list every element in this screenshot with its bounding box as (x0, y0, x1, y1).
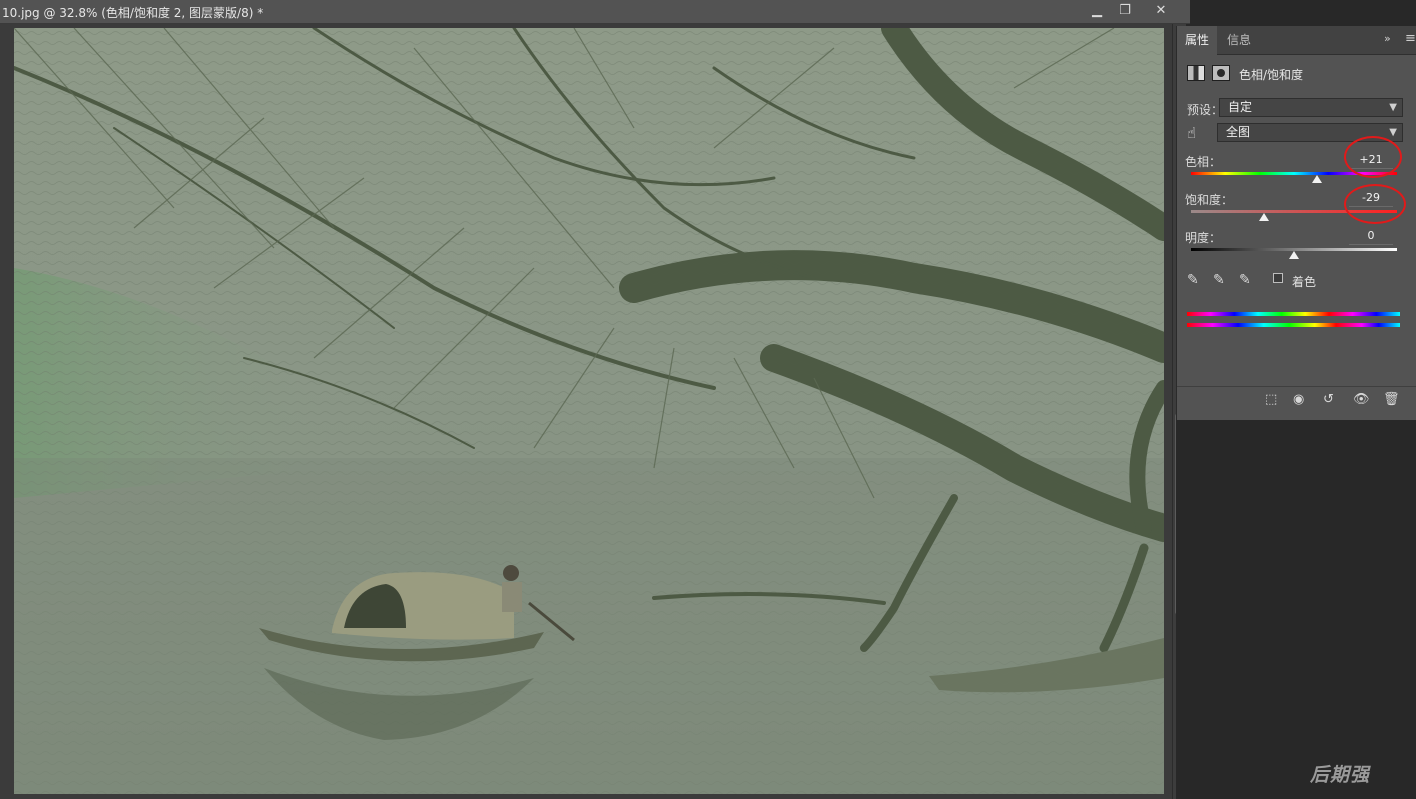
tab-properties[interactable]: 属性 (1177, 26, 1218, 55)
saturation-label: 饱和度： (1185, 193, 1234, 207)
chevron-down-icon: ▼ (1389, 102, 1397, 113)
painting-artwork (14, 28, 1164, 794)
reset-icon[interactable]: ↺ (1323, 392, 1334, 407)
empty-dock-area (1176, 420, 1416, 799)
panel-bottom-toolbar: ⬚ ◉ ↺ 👁 🗑 (1177, 386, 1416, 416)
document-title: 10.jpg @ 32.8% (色相/饱和度 2, 图层蒙版/8) * (2, 6, 264, 20)
layer-mask-icon[interactable] (1212, 65, 1230, 81)
preset-dropdown[interactable]: 自定 ▼ (1219, 98, 1403, 117)
document-title-bar[interactable]: 10.jpg @ 32.8% (色相/饱和度 2, 图层蒙版/8) * ▁ ❐ … (0, 0, 1190, 24)
adjustment-layer-icon[interactable] (1187, 65, 1205, 81)
hue-label: 色相： (1185, 155, 1222, 169)
preset-label: 预设： (1187, 103, 1224, 117)
panel-menu-icon[interactable]: ≡ (1405, 31, 1416, 46)
colorize-checkbox[interactable] (1273, 273, 1283, 283)
output-hue-spectrum-bar (1187, 323, 1400, 327)
input-hue-spectrum-bar (1187, 312, 1400, 316)
lightness-slider-thumb[interactable] (1289, 251, 1299, 259)
hue-highlight-circle (1344, 136, 1402, 178)
lightness-value-input[interactable]: 0 (1349, 228, 1393, 245)
target-adjust-hand-icon[interactable]: ☝ (1187, 124, 1196, 142)
colorize-label: 着色 (1292, 275, 1317, 289)
subtract-from-sample-eyedropper-icon[interactable]: ✎ (1239, 272, 1251, 288)
add-to-sample-eyedropper-icon[interactable]: ✎ (1213, 272, 1225, 288)
canvas-image[interactable] (14, 28, 1164, 794)
view-previous-state-icon[interactable]: ◉ (1293, 392, 1304, 407)
clip-to-layer-icon[interactable]: ⬚ (1265, 392, 1277, 407)
preset-value: 自定 (1228, 100, 1253, 114)
chevron-down-icon: ▼ (1389, 127, 1397, 138)
panel-tab-bar: 属性 信息 » ≡ (1177, 26, 1416, 55)
collapse-panel-icon[interactable]: » (1384, 32, 1391, 45)
watermark-text: 后期强 (1310, 764, 1371, 786)
delete-icon[interactable]: 🗑 (1383, 392, 1400, 407)
saturation-highlight-circle (1344, 184, 1406, 224)
toggle-visibility-icon[interactable]: 👁 (1353, 392, 1370, 407)
lightness-label: 明度： (1185, 231, 1222, 245)
eyedropper-icon[interactable]: ✎ (1187, 272, 1199, 288)
close-button[interactable]: ✕ (1146, 1, 1176, 21)
document-canvas-area[interactable] (0, 24, 1172, 799)
restore-button[interactable]: ❐ (1110, 1, 1140, 21)
adjustment-title: 色相/饱和度 (1239, 68, 1304, 82)
minimize-button[interactable]: ▁ (1082, 1, 1112, 21)
tab-info[interactable]: 信息 (1219, 26, 1259, 55)
saturation-slider-thumb[interactable] (1259, 213, 1270, 221)
hue-slider-thumb[interactable] (1311, 175, 1322, 183)
channel-value: 全图 (1226, 125, 1251, 139)
